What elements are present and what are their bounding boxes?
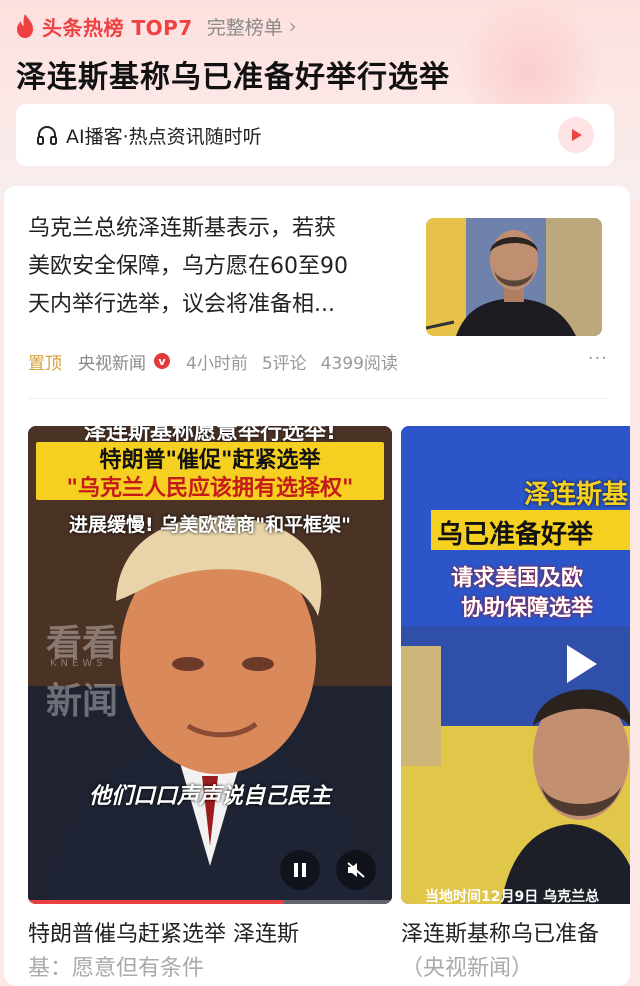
hot-list-header[interactable]: 头条热榜 TOP7 完整榜单 ›: [14, 10, 297, 42]
caption-line: 基：愿意但有条件: [28, 956, 205, 981]
article-summary[interactable]: 乌克兰总统泽连斯基表示，若获 美欧安全保障，乌方愿在60至90 天内举行选举，议…: [28, 210, 398, 324]
pause-icon: [294, 863, 306, 877]
video2-request-line2: 协助保障选举: [461, 596, 594, 621]
summary-line: 美欧安全保障，乌方愿在60至90: [28, 254, 348, 279]
verified-badge-icon: v: [154, 353, 170, 369]
video2-title-line2: 乌已准备好举: [437, 520, 594, 550]
play-icon: [567, 645, 597, 683]
video-banner-line2: "乌克兰人民应该拥有选择权": [66, 476, 354, 501]
watermark-text: KNEWS: [50, 658, 107, 669]
flame-icon: [17, 14, 33, 38]
watermark-text: 新闻: [46, 681, 119, 722]
pause-button[interactable]: [280, 850, 320, 890]
caption-line: 泽连斯基称乌已准备: [401, 922, 600, 947]
video2-request-line1: 请求美国及欧: [451, 566, 584, 591]
zelensky-portrait: [426, 218, 602, 336]
comment-count: 5评论: [261, 353, 307, 374]
summary-line: 天内举行选举，议会将准备相...: [28, 292, 335, 317]
chevron-right-icon: ›: [288, 14, 297, 38]
article-meta: 置顶 央视新闻 v 4小时前 5评论 4399阅读 ···: [28, 348, 608, 374]
mute-icon: [347, 862, 365, 878]
source-name[interactable]: 央视新闻: [78, 349, 146, 374]
play-icon: [572, 129, 582, 141]
pinned-tag: 置顶: [28, 353, 62, 374]
caption-line: 特朗普催乌赶紧选举 泽连斯: [28, 922, 299, 947]
more-options-icon[interactable]: ···: [588, 348, 608, 369]
divider: [28, 398, 608, 399]
video-progress-fill: [28, 900, 284, 904]
read-count: 4399阅读: [320, 353, 398, 374]
news-card: 乌克兰总统泽连斯基表示，若获 美欧安全保障，乌方愿在60至90 天内举行选举，议…: [4, 186, 630, 986]
article-thumbnail[interactable]: [426, 218, 602, 336]
video1-caption[interactable]: 特朗普催乌赶紧选举 泽连斯 基：愿意但有条件: [28, 918, 388, 986]
video-subtitle: 他们口口声声说自己民主: [88, 784, 331, 809]
full-list-link[interactable]: 完整榜单: [207, 13, 283, 40]
mute-button[interactable]: [336, 850, 376, 890]
video-player-trump[interactable]: 泽连斯基称愿意举行选举! 特朗普"催促"赶紧选举 "乌克兰人民应该拥有选择权" …: [28, 426, 392, 904]
caption-line: （央视新闻）: [401, 956, 534, 981]
video2-bottom-text: 当地时间12月9日 乌克兰总: [425, 889, 600, 904]
summary-line: 乌克兰总统泽连斯基表示，若获: [28, 216, 337, 241]
ai-podcast-bar[interactable]: AI播客·热点资讯随时听: [16, 104, 614, 166]
video-player-zelensky[interactable]: 泽连斯基 乌已准备好举 请求美国及欧 协助保障选举 当地时间12月9日 乌克兰总: [401, 426, 630, 904]
podcast-play-button[interactable]: [558, 117, 594, 153]
hot-list-brand: 头条热榜 TOP7: [42, 15, 193, 40]
ai-podcast-label: AI播客·热点资讯随时听: [66, 125, 262, 148]
video2-play-button[interactable]: [561, 642, 601, 686]
video2-caption[interactable]: 泽连斯基称乌已准备 （央视新闻）: [401, 918, 630, 986]
headphones-icon: [37, 126, 57, 145]
publish-time: 4小时前: [186, 353, 248, 374]
video-sub-banner: 进展缓慢! 乌美欧磋商"和平框架": [68, 514, 352, 536]
video2-title-line1: 泽连斯基: [523, 480, 628, 510]
page-title[interactable]: 泽连斯基称乌已准备好举行选举: [16, 52, 450, 96]
